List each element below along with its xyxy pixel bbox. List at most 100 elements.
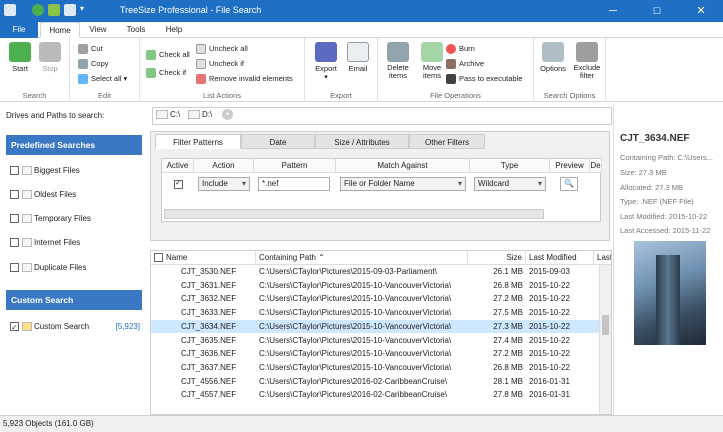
tab-size-attributes[interactable]: Size / Attributes [315,134,409,149]
preview-accessed: Last Accessed: 2015-11-22 [620,226,711,235]
predefined-item-temporary[interactable]: Temporary Files [10,211,142,227]
options-button[interactable]: Options [538,42,568,73]
quick-access-dropdown-icon[interactable]: ▾ [80,4,88,16]
vertical-scrollbar[interactable] [599,265,611,414]
row-size: 27.8 MB [493,390,523,400]
custom-search-header: Custom Search [6,290,142,310]
drive-c[interactable]: C:\ [156,110,180,120]
type-dropdown[interactable]: Wildcard [474,177,546,191]
group-file-operations: Delete items Move items Burn Archive Pas… [378,38,534,102]
table-row[interactable]: CJT_3636.NEF C:\Users\CTaylor\Pictures\20… [151,347,600,361]
remove-icon [196,74,206,85]
tab-help[interactable]: Help [158,22,190,38]
quick-refresh-icon[interactable] [48,4,60,16]
check-all-button[interactable]: Check all [146,48,190,62]
tab-tools[interactable]: Tools [118,22,154,38]
close-button[interactable]: ✕ [679,0,723,22]
maximize-button[interactable]: ☐ [635,0,679,22]
group-search: Start Stop Search [0,38,70,102]
table-row[interactable]: CJT_4556.NEF C:\Users\CTaylor\Pictures\20… [151,375,600,389]
predefined-item-duplicate[interactable]: Duplicate Files [10,260,142,276]
drive-d[interactable]: D:\ [188,110,212,120]
col-last-modified[interactable]: Last Modified [526,251,594,265]
preview-panel: CJT_3634.NEF Containing Path: C:\Users..… [613,103,723,415]
predefined-item-biggest[interactable]: Biggest Files [10,163,142,179]
tab-filter-patterns[interactable]: Filter Patterns [155,134,241,149]
scroll-thumb[interactable] [602,315,609,335]
row-name: CJT_3530.NEF [181,267,237,276]
table-row[interactable]: CJT_3634.NEF C:\Users\CTaylor\Pictures\20… [151,319,600,334]
row-size: 26.8 MB [493,280,523,290]
stop-button[interactable]: Stop [36,42,64,73]
tab-date[interactable]: Date [241,134,315,149]
col-preview: Preview [550,159,590,173]
table-row[interactable]: CJT_3637.NEF C:\Users\CTaylor\Pictures\20… [151,361,600,375]
delete-items-button[interactable]: Delete items [382,42,414,80]
col-name[interactable]: Name [151,251,256,265]
preview-type: Type: .NEF (NEF File) [620,197,694,206]
match-against-dropdown[interactable]: File or Folder Name [340,177,466,191]
active-checkbox[interactable] [174,178,183,190]
uncheck-all-button[interactable]: Uncheck all [196,42,248,56]
predefined-item-oldest[interactable]: Oldest Files [10,187,142,203]
row-modified: 2015-10-22 [529,294,570,304]
checkbox[interactable] [10,320,19,336]
col-active: Active [162,159,194,173]
table-row[interactable]: CJT_3631.NEF C:\Users\CTaylor\Pictures\20… [151,279,600,293]
table-row[interactable]: CJT_3635.NEF C:\Users\CTaylor\Pictures\20… [151,334,600,348]
col-containing-path[interactable]: Containing Path ⌃ [256,251,468,265]
row-name: CJT_3634.NEF [181,321,237,331]
table-row[interactable]: CJT_3530.NEF C:\Users\CTaylor\Pictures\20… [151,265,600,279]
predefined-item-internet[interactable]: Internet Files [10,235,142,251]
row-path: C:\Users\CTaylor\Pictures\2015-10-Vancou… [259,280,452,290]
pattern-input[interactable]: *.nef [258,177,330,191]
check-if-button[interactable]: Check if [146,66,186,80]
row-modified: 2016-01-31 [529,390,570,400]
group-label-edit: Edit [98,91,111,100]
row-size: 27.2 MB [493,349,523,359]
table-row[interactable]: CJT_4557.NEF C:\Users\CTaylor\Pictures\20… [151,388,600,402]
checkbox[interactable] [10,214,19,224]
move-items-button[interactable]: Move items [416,42,448,80]
minimize-button[interactable]: ─ [591,0,635,22]
col-last-accessed[interactable]: Last [594,251,611,265]
select-all-button[interactable]: Select all ▾ [78,72,127,86]
preview-size: Size: 27.3 MB [620,168,667,177]
preview-search-icon[interactable]: 🔍 [560,177,578,191]
pass-to-executable-button[interactable]: Pass to executable [446,72,522,86]
header-checkbox[interactable] [154,253,163,263]
row-size: 27.4 MB [493,335,523,345]
table-row[interactable]: CJT_3632.NEF C:\Users\CTaylor\Pictures\20… [151,292,600,306]
quick-save-icon[interactable] [64,4,76,16]
file-icon [22,263,32,273]
remove-invalid-button[interactable]: Remove invalid elements [196,72,293,86]
filter-hscroll[interactable] [164,209,544,219]
checkbox[interactable] [10,166,19,176]
custom-search-item[interactable]: Custom Search[5,923] [10,319,142,336]
checkbox[interactable] [10,263,19,273]
tab-view[interactable]: View [82,22,114,38]
file-icon [22,190,32,200]
tab-file[interactable]: File [0,22,38,38]
cut-button[interactable]: Cut [78,42,103,56]
add-path-icon[interactable]: + [222,109,233,120]
tab-other-filters[interactable]: Other Filters [409,134,485,149]
exclude-filter-button[interactable]: Exclude filter [570,42,604,80]
uncheck-if-button[interactable]: Uncheck if [196,57,244,71]
action-dropdown[interactable]: Include [198,177,250,191]
preview-allocated: Allocated: 27.3 MB [620,183,683,192]
email-button[interactable]: Email [343,42,373,73]
checkbox[interactable] [10,238,19,248]
quick-start-icon[interactable] [32,4,44,16]
checkbox[interactable] [10,190,19,200]
start-button[interactable]: Start [6,42,34,73]
table-row[interactable]: CJT_3633.NEF C:\Users\CTaylor\Pictures\20… [151,306,600,320]
archive-button[interactable]: Archive [446,57,484,71]
col-size[interactable]: Size [468,251,526,265]
burn-button[interactable]: Burn [446,42,475,56]
group-export: Export ▾ Email Export [305,38,378,102]
tab-home[interactable]: Home [40,22,80,38]
export-button[interactable]: Export ▾ [311,42,341,81]
building-shape [656,255,680,345]
copy-button[interactable]: Copy [78,57,109,71]
